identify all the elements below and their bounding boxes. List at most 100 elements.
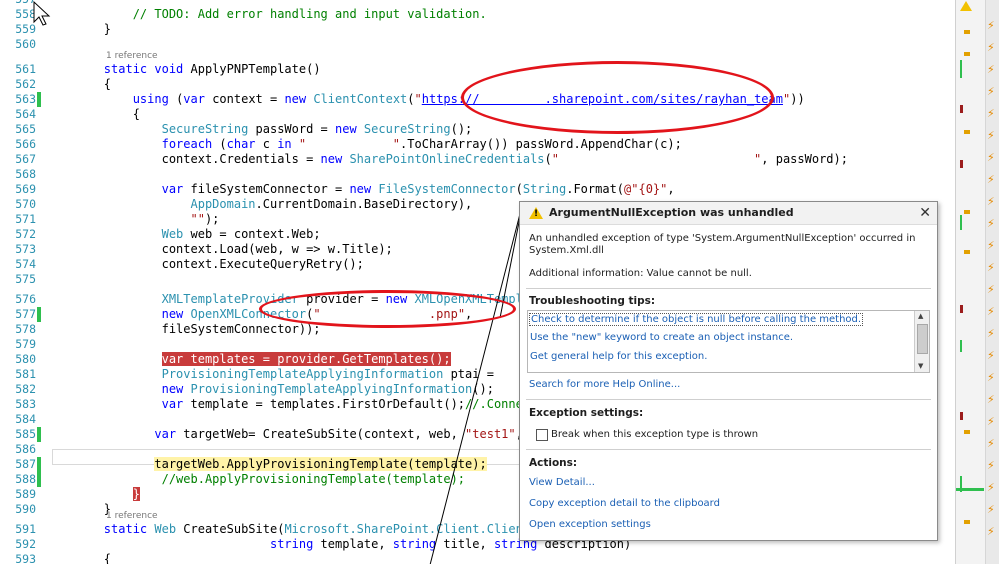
code-token: new — [161, 307, 191, 321]
tips-scrollbar[interactable]: ▲ ▼ — [914, 311, 929, 372]
code-line[interactable]: 569 var fileSystemConnector = new FileSy… — [0, 182, 955, 197]
code-token: ( — [544, 152, 552, 166]
code-text[interactable]: context.ExecuteQueryRetry(); — [46, 257, 364, 272]
break-on-exception-label[interactable]: Break when this exception type is thrown — [551, 429, 758, 440]
codelens-reference[interactable]: 1 reference — [106, 50, 158, 62]
code-token: " " — [551, 152, 762, 166]
code-text[interactable]: ""); — [46, 212, 220, 227]
actions-heading: Actions: — [529, 457, 578, 469]
code-text[interactable]: { — [46, 552, 111, 564]
code-text[interactable]: targetWeb.ApplyProvisioningTemplate(temp… — [46, 457, 487, 472]
code-line[interactable]: 568 — [0, 167, 955, 182]
tip-link-new-keyword[interactable]: Use the "new" keyword to create an objec… — [530, 332, 793, 343]
code-token: template, — [320, 537, 393, 551]
code-token: (); — [450, 122, 473, 136]
code-line[interactable]: 559 } — [0, 22, 955, 37]
code-text[interactable]: var templates = provider.GetTemplates(); — [46, 352, 451, 367]
line-number: 566 — [15, 137, 36, 151]
scrollbar-map[interactable]: ⚡ ⚡ ⚡ ⚡ ⚡ ⚡ ⚡ ⚡ ⚡ ⚡ ⚡ ⚡ ⚡ ⚡ ⚡ ⚡ ⚡ ⚡ ⚡ ⚡ ⚡ ⚡ ⚡ ⚡ — [955, 0, 999, 564]
line-number: 592 — [15, 537, 36, 551]
line-number: 586 — [15, 442, 36, 456]
tips-list[interactable]: Check to determine if the object is null… — [527, 310, 930, 373]
codelens-reference[interactable]: 1 reference — [106, 510, 158, 522]
tip-link-null-check[interactable]: Check to determine if the object is null… — [529, 313, 864, 326]
tip-link-general-help[interactable]: Get general help for this exception. — [530, 351, 707, 362]
code-token: CreateSubSite( — [183, 522, 285, 536]
warning-icon[interactable] — [960, 1, 972, 11]
code-text[interactable]: AppDomain.CurrentDomain.BaseDirectory), — [46, 197, 473, 212]
code-text[interactable]: var fileSystemConnector = new FileSystem… — [46, 182, 675, 197]
line-number: 563 — [15, 92, 36, 106]
code-token: var — [161, 182, 191, 196]
code-text[interactable]: context.Load(web, w => w.Title); — [46, 242, 393, 257]
scroll-up-icon[interactable]: ▲ — [918, 312, 923, 320]
code-token: template = templates.FirstOrDefault(); — [190, 397, 466, 411]
code-token: c — [262, 137, 278, 151]
copy-detail-link[interactable]: Copy exception detail to the clipboard — [529, 498, 720, 509]
change-marker — [37, 457, 41, 472]
code-text[interactable]: static void ApplyPNPTemplate() — [46, 62, 321, 77]
line-number: 571 — [15, 212, 36, 226]
code-line[interactable]: 557 — [0, 0, 955, 7]
code-text[interactable]: } — [46, 502, 111, 517]
code-text[interactable]: { — [46, 107, 140, 122]
code-token: context.Credentials = — [46, 152, 321, 166]
divider — [526, 399, 931, 400]
code-token: .ToCharArray()) passWord.AppendChar(c); — [400, 137, 682, 151]
code-token: SecureString — [161, 122, 256, 136]
code-text[interactable]: var template = templates.FirstOrDefault(… — [46, 397, 552, 412]
code-text[interactable]: context.Credentials = new SharePointOnli… — [46, 152, 848, 167]
close-icon[interactable]: ✕ — [919, 205, 931, 221]
code-text[interactable]: static Web CreateSubSite(Microsoft.Share… — [46, 522, 559, 537]
line-number: 576 — [15, 292, 36, 306]
code-text[interactable]: SecureString passWord = new SecureString… — [46, 122, 473, 137]
line-number: 585 — [15, 427, 36, 441]
code-token: String — [522, 182, 567, 196]
code-token: } — [46, 22, 112, 36]
scroll-thumb[interactable] — [917, 324, 928, 354]
code-text[interactable]: var targetWeb= CreateSubSite(context, we… — [46, 427, 559, 442]
line-number: 559 — [15, 22, 36, 36]
code-line[interactable]: 593 { — [0, 552, 955, 564]
code-token: context.Load(web, w => w.Title); — [46, 242, 393, 256]
line-number: 583 — [15, 397, 36, 411]
warning-icon: ! — [529, 207, 543, 219]
code-text[interactable]: fileSystemConnector)); — [46, 322, 321, 337]
scroll-down-icon[interactable]: ▼ — [918, 362, 923, 370]
open-exception-settings-link[interactable]: Open exception settings — [529, 519, 651, 530]
code-token: Web — [154, 522, 184, 536]
code-text[interactable]: Web web = context.Web; — [46, 227, 321, 242]
code-text[interactable]: } — [46, 22, 111, 37]
code-text[interactable]: foreach (char c in " ".ToCharArray()) pa… — [46, 137, 682, 152]
search-online-link[interactable]: Search for more Help Online... — [529, 379, 680, 390]
code-token: title, — [443, 537, 494, 551]
code-text[interactable]: ProvisioningTemplateApplyingInformation … — [46, 367, 494, 382]
code-token: new — [335, 122, 364, 136]
code-line[interactable]: 558 // TODO: Add error handling and inpu… — [0, 7, 955, 22]
change-marker — [37, 472, 41, 487]
line-number: 574 — [15, 257, 36, 271]
code-text[interactable]: new ProvisioningTemplateApplyingInformat… — [46, 382, 494, 397]
exception-popup: ! ArgumentNullException was unhandled ✕ … — [519, 201, 938, 541]
code-token: targetWeb= CreateSubSite(context, web, — [183, 427, 466, 441]
divider — [526, 449, 931, 450]
code-line[interactable]: 565 SecureString passWord = new SecureSt… — [0, 122, 955, 137]
code-text[interactable]: { — [46, 77, 111, 92]
code-text[interactable]: //web.ApplyProvisioningTemplate(template… — [46, 472, 465, 487]
code-text[interactable]: } — [46, 487, 140, 502]
code-text[interactable]: // TODO: Add error handling and input va… — [46, 7, 487, 22]
code-token: @"{0}" — [624, 182, 668, 196]
code-line[interactable]: 561 static void ApplyPNPTemplate() — [0, 62, 955, 77]
break-on-exception-checkbox[interactable] — [536, 429, 548, 441]
code-line[interactable]: 567 context.Credentials = new SharePoint… — [0, 152, 955, 167]
line-number: 577 — [15, 307, 36, 321]
view-detail-link[interactable]: View Detail... — [529, 477, 595, 488]
code-line[interactable]: 566 foreach (char c in " ".ToCharArray()… — [0, 137, 955, 152]
code-token: static void — [103, 62, 191, 76]
line-number: 588 — [15, 472, 36, 486]
